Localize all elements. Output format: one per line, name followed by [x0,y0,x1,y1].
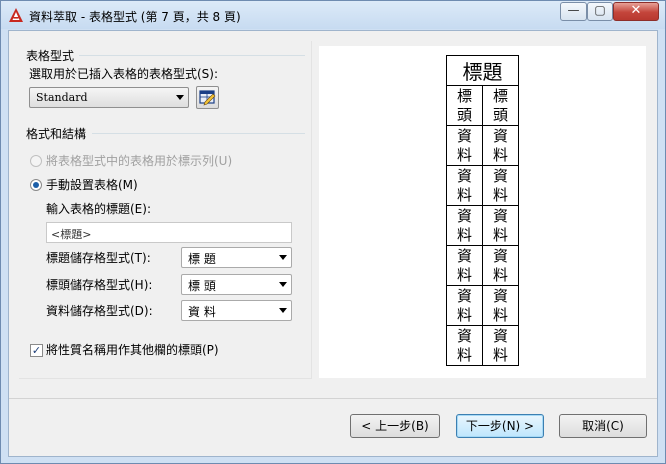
data-cell-style-label: 資料儲存格型式(D): [46,304,153,318]
table-style-select-label: 選取用於已插入表格的表格型式(S): [29,67,219,81]
preview-data-cell: 資料 [446,205,483,246]
preview-data-cell: 資料 [482,245,519,286]
preview-data-cell: 資料 [446,285,483,326]
close-icon: ✕ [630,3,642,18]
button-bar-separator [9,398,657,399]
table-style-separator [79,55,305,56]
data-cell-style-value: 資 料 [188,305,216,319]
preview-data-row: 資料資料 [446,245,519,286]
chevron-down-icon [279,282,287,287]
preview-table: 標題 標頭標頭資料資料資料資料資料資料資料資料資料資料資料資料 [446,55,519,366]
chevron-down-icon [279,308,287,313]
title-cell-style-label: 標題儲存格型式(T): [46,251,151,265]
cancel-button[interactable]: 取消(C) [559,414,647,438]
table-style-dropdown-value: Standard [36,91,88,104]
format-separator [92,133,305,134]
minimize-button[interactable]: — [560,2,587,21]
table-title-input-value: <標題> [51,228,92,241]
manual-setup-radio[interactable] [30,179,42,191]
preview-data-cell: 資料 [482,165,519,206]
property-name-header-label: 將性質名稱用作其他欄的標頭(P) [46,343,219,357]
preview-data-row: 資料資料 [446,285,519,326]
back-button[interactable]: < 上一步(B) [350,414,440,438]
table-style-section-title: 表格型式 [26,49,75,63]
window-title: 資料萃取 - 表格型式 (第 7 頁，共 8 頁) [29,10,241,24]
chevron-down-icon [176,95,184,100]
preview-data-row: 資料資料 [446,205,519,246]
preview-data-cell: 資料 [482,325,519,366]
title-cell-style-value: 標 題 [188,252,216,266]
dialog-body: 表格型式 選取用於已插入表格的表格型式(S): Standard 格式和結構 將… [8,30,658,457]
edit-table-style-icon [199,90,216,106]
table-style-editor-button[interactable] [196,86,219,109]
header-cell-style-value: 標 頭 [188,279,216,293]
maximize-button[interactable]: ▢ [587,2,613,21]
title-bar[interactable]: 資料萃取 - 表格型式 (第 7 頁，共 8 頁) — ▢ ✕ [1,1,665,29]
preview-header-cell: 標頭 [446,85,483,126]
table-title-input[interactable]: <標題> [46,222,292,243]
preview-data-cell: 資料 [446,165,483,206]
property-name-header-checkbox[interactable]: ✓ [30,344,43,357]
dialog-window: 資料萃取 - 表格型式 (第 7 頁，共 8 頁) — ▢ ✕ 表格型式 選取用… [0,0,666,464]
preview-data-cell: 資料 [446,245,483,286]
settings-panel: 表格型式 選取用於已插入表格的表格型式(S): Standard 格式和結構 將… [19,41,312,379]
chevron-down-icon [279,255,287,260]
maximize-icon: ▢ [594,3,606,17]
check-icon: ✓ [31,344,42,357]
preview-header-cell: 標頭 [482,85,519,126]
preview-data-row: 資料資料 [446,325,519,366]
data-cell-style-dropdown[interactable]: 資 料 [181,300,292,321]
table-title-input-label: 輸入表格的標題(E): [46,202,151,216]
preview-header-row: 標頭標頭 [446,85,519,126]
use-legend-radio-label: 將表格型式中的表格用於標示列(U) [46,154,233,168]
use-legend-radio[interactable] [30,155,42,167]
manual-setup-radio-label: 手動設置表格(M) [46,178,138,192]
preview-data-row: 資料資料 [446,165,519,206]
preview-data-cell: 資料 [482,125,519,166]
table-style-dropdown[interactable]: Standard [29,87,189,108]
preview-data-cell: 資料 [446,325,483,366]
preview-data-cell: 資料 [446,125,483,166]
preview-data-cell: 資料 [482,285,519,326]
preview-data-row: 資料資料 [446,125,519,166]
header-cell-style-dropdown[interactable]: 標 頭 [181,274,292,295]
close-button[interactable]: ✕ [613,2,659,21]
table-preview: 標題 標頭標頭資料資料資料資料資料資料資料資料資料資料資料資料 [319,46,646,378]
autocad-app-icon [9,8,23,22]
next-button[interactable]: 下一步(N) > [456,414,544,438]
preview-data-cell: 資料 [482,205,519,246]
format-section-title: 格式和結構 [26,127,87,141]
header-cell-style-label: 標頭儲存格型式(H): [46,278,153,292]
preview-title-cell: 標題 [446,55,519,86]
minimize-icon: — [567,3,580,17]
title-cell-style-dropdown[interactable]: 標 題 [181,247,292,268]
